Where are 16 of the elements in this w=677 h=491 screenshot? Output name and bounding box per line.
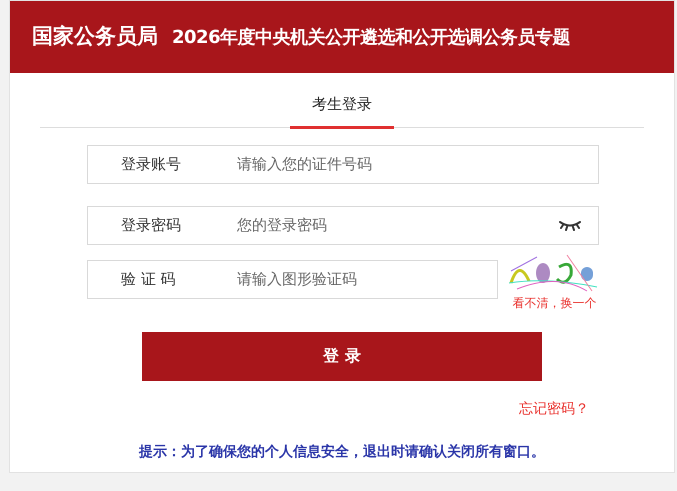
site-logo: 国家公务员局 <box>32 23 158 50</box>
input-field[interactable]: 您的登录密码 <box>237 206 558 244</box>
security-notice: 提示：为了确保您的个人信息安全，退出时请确认关闭所有窗口。 <box>139 442 545 462</box>
login-button[interactable]: 登 录 <box>142 332 542 380</box>
form-field[interactable]: 验 证 码 请输入图形验证码 <box>87 260 498 298</box>
form-field[interactable]: 登录密码 您的登录密码 <box>87 206 599 244</box>
field-label: 登录账号 <box>121 154 182 175</box>
input-field[interactable]: 请输入图形验证码 <box>237 260 497 298</box>
refresh-captcha-link[interactable]: 看不清，换一个 <box>512 294 596 312</box>
form-field[interactable]: 登录账号 请输入您的证件号码 <box>87 144 599 184</box>
field-label: 登录密码 <box>121 214 182 236</box>
field-label: 验 证 码 <box>121 268 177 290</box>
login-tab[interactable]: 考生登录 <box>290 93 394 128</box>
page-title: 2026年度中央机关公开遴选和公开选调公务员专题 <box>172 26 570 50</box>
forgot-password-link[interactable]: 忘记密码？ <box>519 398 589 420</box>
input-field[interactable]: 请输入您的证件号码 <box>237 146 598 182</box>
